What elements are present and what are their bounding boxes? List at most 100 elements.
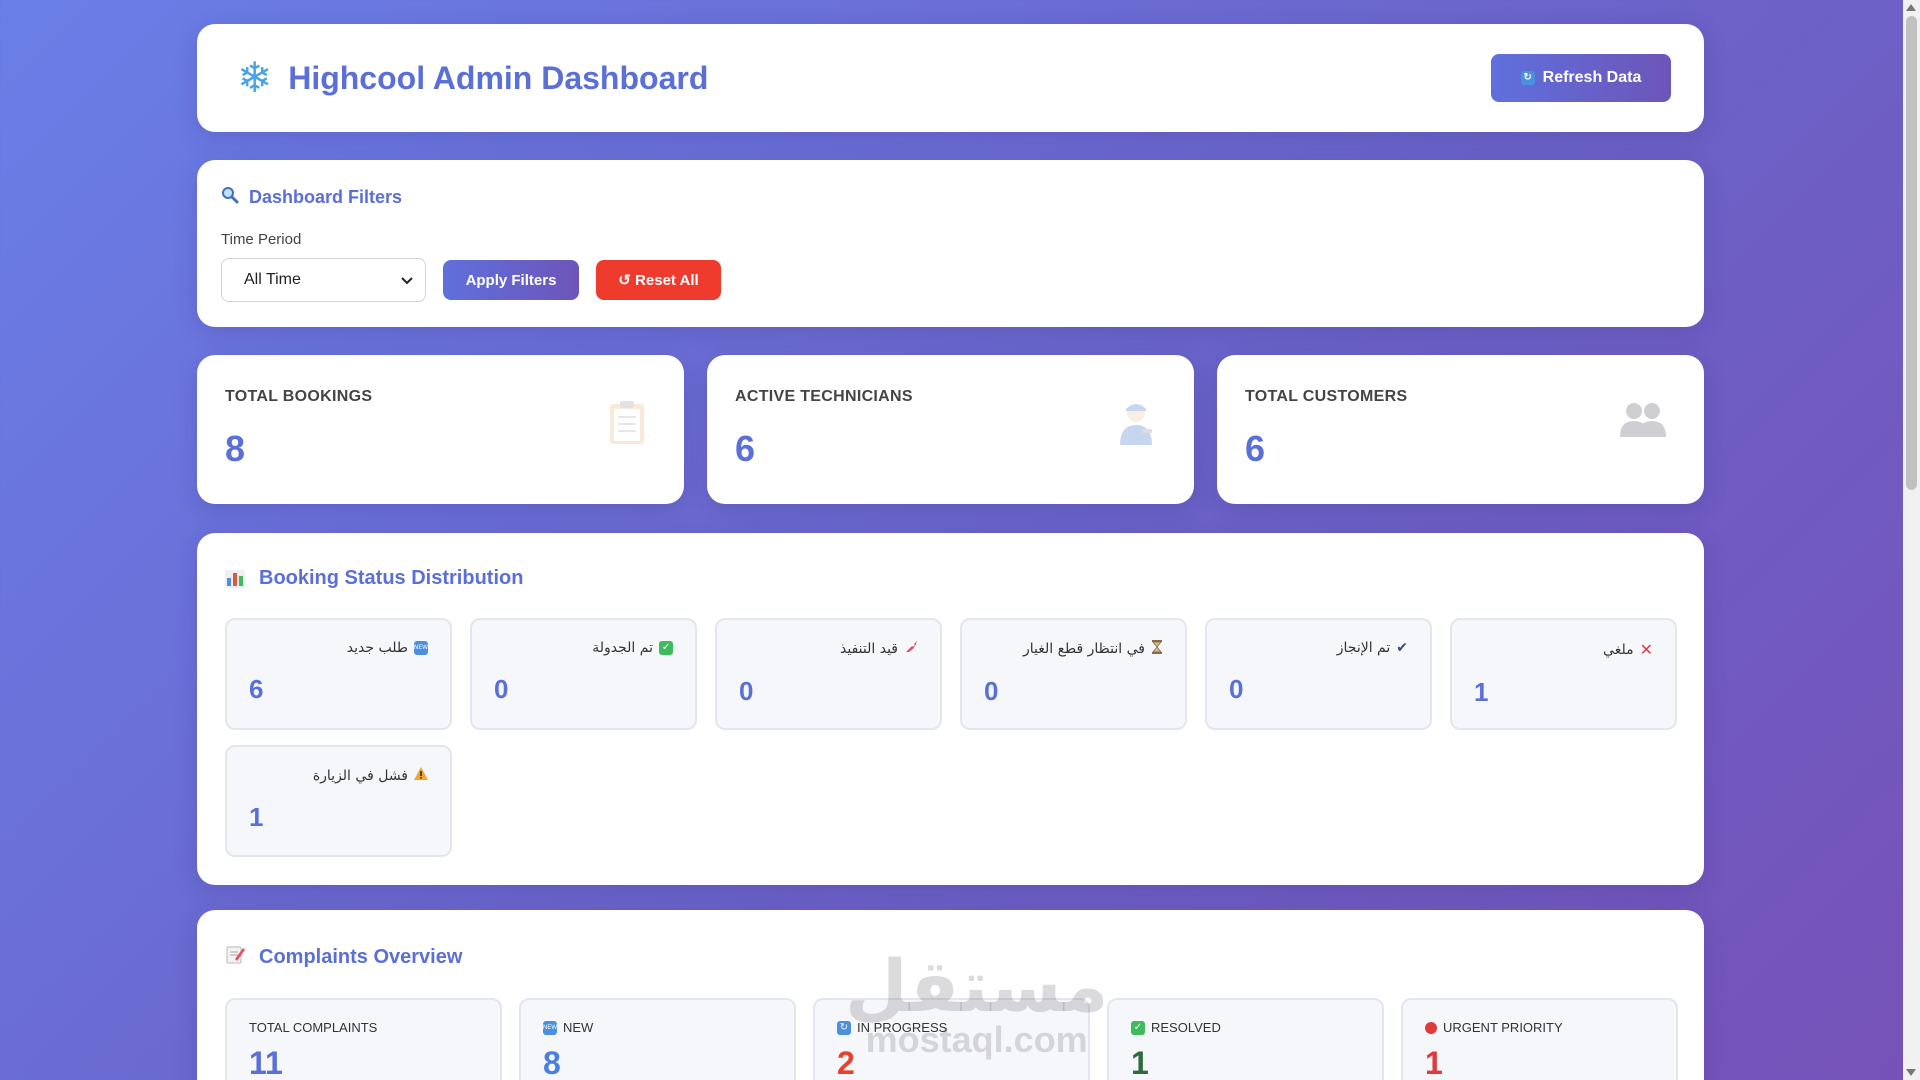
complaint-value: 2 xyxy=(837,1045,855,1080)
complaint-label: TOTAL COMPLAINTS xyxy=(249,1020,378,1035)
page-scrollbar[interactable] xyxy=(1903,0,1920,1080)
complaint-label-row: TOTAL COMPLAINTS xyxy=(249,1020,478,1035)
complaint-label-row: URGENT PRIORITY xyxy=(1425,1020,1654,1035)
cross-icon: ✕ xyxy=(1639,640,1653,659)
complaint-label: NEW xyxy=(563,1020,594,1035)
time-period-value: All Time xyxy=(244,271,301,288)
refresh-data-button[interactable]: ↻ Refresh Data xyxy=(1491,54,1671,102)
scroll-down-arrow-icon[interactable] xyxy=(1906,1069,1916,1076)
complaint-value: 8 xyxy=(543,1045,561,1080)
status-value: 0 xyxy=(739,676,754,706)
status-value: 6 xyxy=(249,674,264,704)
refresh-icon: ↻ xyxy=(837,1020,851,1035)
bar-chart-icon xyxy=(225,569,245,588)
dashboard-header: ❄ Highcool Admin Dashboard ↻ Refresh Dat… xyxy=(197,24,1704,132)
memo-icon xyxy=(225,944,245,970)
complaint-label: URGENT PRIORITY xyxy=(1443,1020,1563,1035)
complaint-card-resolved: ✓ RESOLVED 1 xyxy=(1107,998,1384,1080)
clipboard-icon xyxy=(608,399,646,455)
scroll-thumb[interactable] xyxy=(1906,16,1917,490)
stat-card-bookings: TOTAL BOOKINGS 8 xyxy=(197,355,684,504)
complaint-value: 1 xyxy=(1425,1045,1443,1080)
status-label: تم الإنجاز xyxy=(1336,640,1391,656)
status-label: فشل في الزيارة xyxy=(312,767,408,784)
status-label: تم الجدولة xyxy=(592,640,653,656)
technician-icon xyxy=(1116,399,1156,455)
brand: ❄ Highcool Admin Dashboard xyxy=(237,57,708,99)
complaint-value: 1 xyxy=(1131,1045,1149,1080)
filters-title-text: Dashboard Filters xyxy=(249,187,403,207)
complaints-title-text: Complaints Overview xyxy=(259,945,463,968)
status-label: قيد التنفيذ xyxy=(840,641,898,657)
new-icon: NEW xyxy=(543,1020,557,1035)
hourglass-icon xyxy=(1151,640,1163,658)
status-card-in-progress: قيد التنفيذ 0 xyxy=(715,618,942,730)
status-card-new: NEW طلب جديد 6 xyxy=(225,618,452,730)
status-value: 1 xyxy=(249,802,264,832)
reset-icon: ↺ xyxy=(618,272,631,289)
status-value: 1 xyxy=(1474,677,1489,707)
booking-status-panel: Booking Status Distribution NEW طلب جديد… xyxy=(197,533,1704,885)
check-box-icon: ✓ xyxy=(659,641,673,655)
time-period-label: Time Period xyxy=(221,231,302,248)
page-title: Highcool Admin Dashboard xyxy=(288,59,709,96)
status-label-row: ✕ ملغي xyxy=(1474,640,1653,659)
new-icon: NEW xyxy=(414,641,428,655)
status-label-row: ✓ تم الجدولة xyxy=(494,640,673,656)
apply-filters-button[interactable]: Apply Filters xyxy=(443,260,579,300)
stats-row: TOTAL BOOKINGS 8 ACTIVE TECHNICIANS 6 TO… xyxy=(197,355,1704,504)
stat-card-technicians: ACTIVE TECHNICIANS 6 xyxy=(707,355,1194,504)
status-card-cancelled: ✕ ملغي 1 xyxy=(1450,618,1677,730)
booking-status-grid: NEW طلب جديد 6 ✓ تم الجدولة 0 قيد التنفي… xyxy=(225,618,1677,857)
status-label-row: فشل في الزيارة xyxy=(249,767,428,784)
scroll-up-arrow-icon[interactable] xyxy=(1906,4,1916,11)
status-card-completed: ✔ تم الإنجاز 0 xyxy=(1205,618,1432,730)
stat-label: TOTAL BOOKINGS xyxy=(225,388,373,405)
status-value: 0 xyxy=(984,676,999,706)
status-label: في انتظار قطع الغيار xyxy=(1022,641,1145,657)
reset-all-button[interactable]: ↺ Reset All xyxy=(596,260,721,300)
status-value: 0 xyxy=(494,674,509,704)
red-dot-icon xyxy=(1425,1021,1437,1034)
filters-panel: Dashboard Filters Time Period All Time A… xyxy=(197,160,1704,327)
status-label-row: قيد التنفيذ xyxy=(739,640,918,658)
complaint-card-urgent: URGENT PRIORITY 1 xyxy=(1401,998,1678,1080)
stat-value: 8 xyxy=(225,428,246,469)
stat-card-customers: TOTAL CUSTOMERS 6 xyxy=(1217,355,1704,504)
refresh-icon: ↻ xyxy=(1520,71,1535,85)
stat-label: TOTAL CUSTOMERS xyxy=(1245,388,1408,405)
rocket-icon xyxy=(904,640,918,658)
complaints-title: Complaints Overview xyxy=(225,944,1676,970)
complaint-value: 11 xyxy=(249,1045,283,1080)
users-icon xyxy=(1620,399,1666,449)
dashboard-page: ❄ Highcool Admin Dashboard ↻ Refresh Dat… xyxy=(197,24,1704,1080)
stat-value: 6 xyxy=(1245,428,1266,469)
status-value: 0 xyxy=(1229,674,1244,704)
status-card-awaiting-parts: في انتظار قطع الغيار 0 xyxy=(960,618,1187,730)
time-period-select[interactable]: All Time xyxy=(221,258,426,302)
status-card-scheduled: ✓ تم الجدولة 0 xyxy=(470,618,697,730)
complaint-card-in-progress: ↻ IN PROGRESS 2 xyxy=(813,998,1090,1080)
booking-status-title-text: Booking Status Distribution xyxy=(259,567,524,589)
status-label: طلب جديد xyxy=(346,640,408,656)
status-card-visit-failed: فشل في الزيارة 1 xyxy=(225,745,452,857)
complaint-card-total: TOTAL COMPLAINTS 11 xyxy=(225,998,502,1080)
complaint-label-row: ✓ RESOLVED xyxy=(1131,1020,1360,1035)
snowflake-icon: ❄ xyxy=(237,54,273,101)
check-box-icon: ✓ xyxy=(1131,1020,1145,1035)
stat-value: 6 xyxy=(735,428,756,469)
refresh-data-label: Refresh Data xyxy=(1542,69,1642,86)
status-label: ملغي xyxy=(1603,641,1634,658)
reset-all-label: Reset All xyxy=(635,272,699,289)
filter-controls: All Time Apply Filters ↺ Reset All xyxy=(221,258,1680,302)
complaint-label: IN PROGRESS xyxy=(857,1020,948,1035)
complaint-label-row: ↻ IN PROGRESS xyxy=(837,1020,1066,1035)
status-label-row: في انتظار قطع الغيار xyxy=(984,640,1163,658)
chevron-down-icon xyxy=(401,273,413,288)
complaint-label: RESOLVED xyxy=(1151,1020,1221,1035)
search-icon xyxy=(221,186,239,209)
filters-title: Dashboard Filters xyxy=(221,186,1680,209)
stat-label: ACTIVE TECHNICIANS xyxy=(735,388,913,405)
complaints-grid: TOTAL COMPLAINTS 11 NEW NEW 8 ↻ IN PROGR… xyxy=(225,998,1678,1080)
status-label-row: ✔ تم الإنجاز xyxy=(1229,640,1408,656)
